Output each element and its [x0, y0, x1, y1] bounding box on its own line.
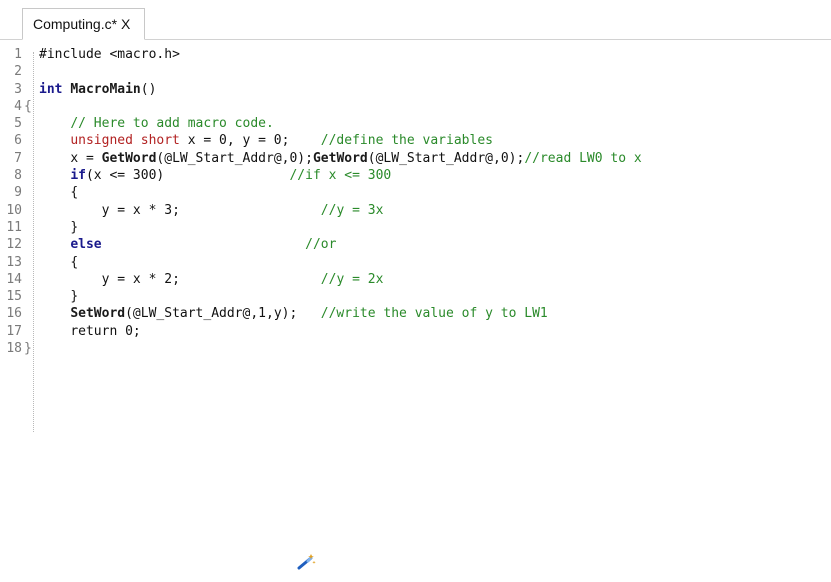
code-comment: //if x <= 300: [289, 168, 392, 184]
code-text: (@LW_Start_Addr@,0);: [156, 150, 313, 166]
tab-title: Computing.c*: [33, 16, 118, 32]
fold-marker: [22, 271, 39, 288]
line-number: 17: [6, 323, 22, 339]
type-keyword: unsigned short: [70, 133, 180, 149]
fold-marker: [22, 150, 39, 167]
code-text: {: [70, 254, 79, 270]
function-name: MacroMain: [70, 81, 141, 97]
function-name: GetWord: [101, 150, 157, 166]
line-number: 8: [14, 168, 22, 184]
fold-marker[interactable]: }: [22, 340, 39, 357]
code-line-10: 10 y = x * 3; //y = 3x: [0, 202, 831, 219]
code-comment: //define the variables: [320, 133, 493, 149]
code-line-17: 17 return 0;: [0, 323, 831, 340]
code-text: (@LW_Start_Addr@,0);: [367, 150, 525, 166]
code-line-4: 4 {: [0, 98, 831, 115]
line-number: 3: [14, 81, 22, 97]
tab-computing-c[interactable]: Computing.c* X: [22, 8, 146, 40]
code-area[interactable]: 1 #include <macro.h> 2 3 int MacroMain()…: [0, 46, 831, 357]
code-line-9: 9 {: [0, 184, 831, 201]
code-editor[interactable]: Computing.c* X 1 #include <macro.h> 2 3 …: [0, 0, 831, 432]
code-line-5: 5 // Here to add macro code.: [0, 115, 831, 132]
fold-marker: [22, 288, 39, 305]
code-line-14: 14 y = x * 2; //y = 2x: [0, 271, 831, 288]
fold-marker: [22, 219, 39, 236]
code-text: (): [140, 81, 157, 97]
fold-marker: [22, 254, 39, 271]
line-number: 12: [6, 237, 22, 253]
tab-strip: Computing.c* X: [0, 0, 831, 40]
code-comment: //read LW0 to x: [524, 150, 642, 166]
code-text: y = x * 2;: [101, 271, 180, 287]
code-comment: //y = 3x: [320, 202, 384, 218]
line-number: 2: [14, 64, 22, 80]
code-text: #include: [39, 47, 110, 62]
line-number: 14: [6, 271, 22, 287]
code-comment: //or: [305, 237, 337, 253]
keyword: else: [70, 237, 102, 253]
line-number: 6: [14, 133, 22, 149]
code-comment: //y = 2x: [320, 271, 384, 287]
code-line-6: 6 unsigned short x = 0, y = 0; //define …: [0, 132, 831, 149]
line-number: 4: [14, 98, 22, 114]
keyword: if: [70, 168, 86, 184]
line-number: 13: [6, 254, 22, 270]
fold-marker: [22, 236, 39, 253]
code-text: (x <= 300): [85, 168, 165, 184]
line-number: 18: [6, 341, 22, 357]
line-number: 16: [6, 306, 22, 322]
fold-marker: [22, 115, 39, 132]
code-text: <macro.h>: [109, 47, 180, 62]
line-number: 1: [14, 47, 22, 62]
code-line-16: 16 SetWord (@LW_Start_Addr@,1,y); //write…: [0, 305, 831, 322]
code-text: }: [70, 289, 79, 305]
magic-wand-icon[interactable]: [295, 553, 317, 571]
code-line-12: 12 else //or: [0, 236, 831, 253]
fold-marker: [22, 81, 39, 98]
fold-marker[interactable]: {: [22, 98, 39, 115]
code-text: {: [70, 185, 79, 201]
code-comment: // Here to add macro code.: [70, 116, 274, 132]
code-line-7: 7 x = GetWord (@LW_Start_Addr@,0); GetWord…: [0, 150, 831, 167]
fold-marker: [22, 184, 39, 201]
code-line-15: 15 }: [0, 288, 831, 305]
code-text: return 0;: [70, 323, 141, 339]
fold-marker: [22, 132, 39, 149]
line-number: 11: [6, 219, 22, 235]
code-comment: //write the value of y to LW1: [320, 306, 548, 322]
function-name: GetWord: [312, 150, 368, 166]
function-name: SetWord: [70, 306, 126, 322]
fold-marker: [22, 63, 39, 80]
code-line-8: 8 if (x <= 300) //if x <= 300: [0, 167, 831, 184]
code-line-3: 3 int MacroMain(): [0, 81, 831, 98]
code-text: (@LW_Start_Addr@,1,y);: [125, 306, 298, 322]
code-text: x =: [70, 150, 102, 166]
code-line-18: 18 }: [0, 340, 831, 357]
tab-close-button[interactable]: X: [121, 16, 130, 32]
code-line-13: 13 {: [0, 254, 831, 271]
code-line-11: 11 }: [0, 219, 831, 236]
code-line-2: 2: [0, 63, 831, 80]
line-number: 9: [14, 185, 22, 201]
fold-marker: [22, 305, 39, 322]
line-number: 7: [14, 150, 22, 166]
line-number: 15: [6, 289, 22, 305]
line-number: 10: [6, 202, 22, 218]
fold-marker: [22, 202, 39, 219]
fold-marker: [22, 167, 39, 184]
code-line-1: 1 #include <macro.h>: [0, 46, 831, 63]
code-text: x = 0, y = 0;: [179, 133, 290, 149]
code-text: y = x * 3;: [101, 202, 180, 218]
code-text: }: [70, 219, 79, 235]
keyword: int: [39, 81, 63, 97]
fold-marker: [22, 46, 39, 63]
fold-marker: [22, 323, 39, 340]
line-number: 5: [14, 116, 22, 132]
